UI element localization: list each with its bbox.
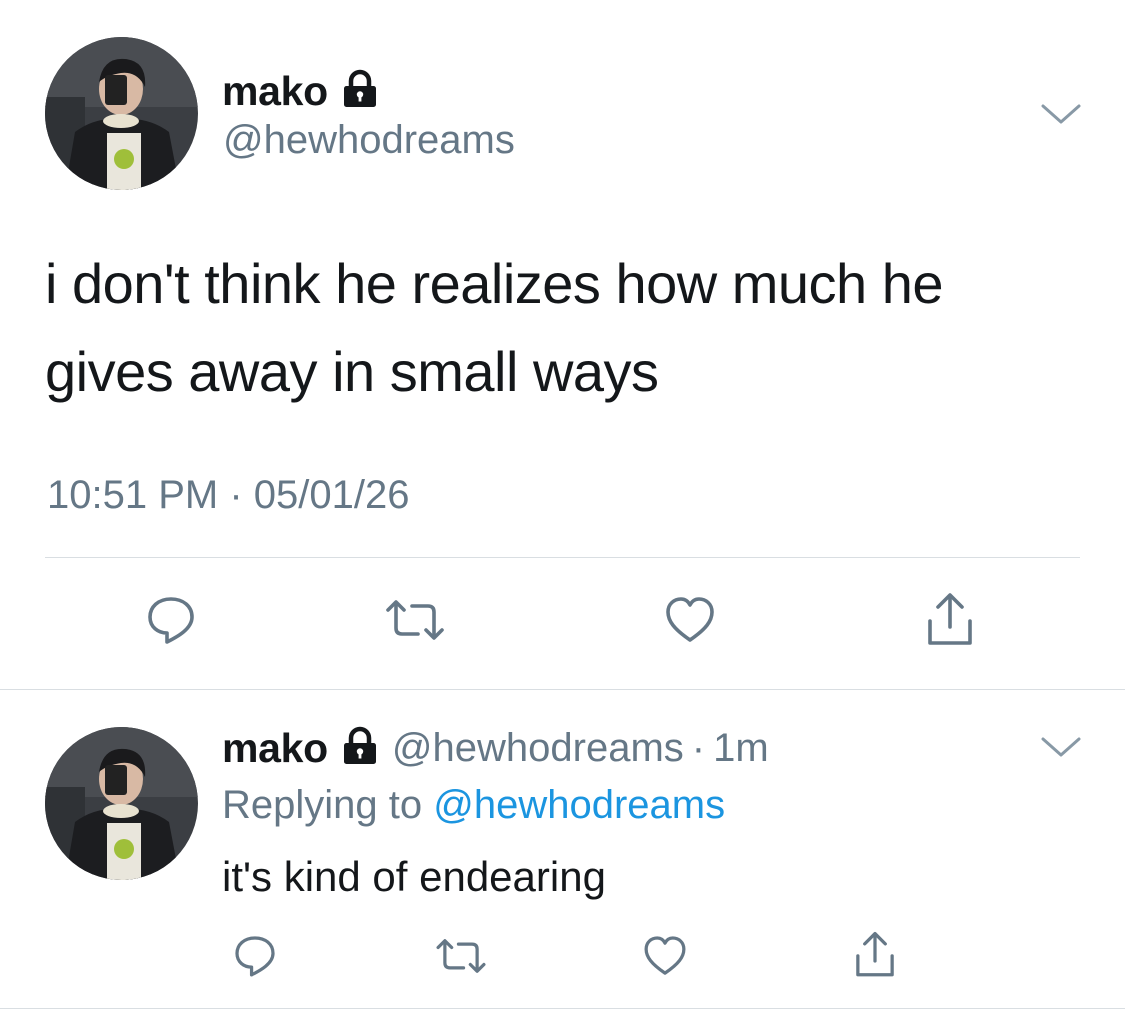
reply-user-handle[interactable]: @hewhodreams: [392, 726, 684, 771]
lock-icon: [340, 69, 380, 114]
tweet-date: 05/01/26: [253, 473, 410, 517]
meta-separator: ·: [691, 725, 706, 770]
heart-icon: [641, 932, 689, 985]
reply-time[interactable]: 1m: [713, 726, 769, 771]
reply-avatar[interactable]: [45, 727, 198, 880]
share-button[interactable]: [849, 930, 901, 984]
meta-separator: ·: [229, 473, 243, 517]
retweet-icon: [382, 592, 448, 653]
tweet-text: i don't think he realizes how much he gi…: [45, 252, 944, 403]
retweet-icon: [433, 932, 489, 985]
reply-icon: [231, 932, 279, 985]
chevron-down-icon[interactable]: [1040, 735, 1082, 766]
divider: [45, 557, 1080, 558]
reply-text: it's kind of endearing: [222, 853, 606, 900]
chevron-down-icon[interactable]: [1040, 102, 1082, 133]
tweet-timestamp[interactable]: 10:51 PM · 05/01/26: [47, 473, 410, 518]
lock-icon: [340, 726, 380, 771]
reply-display-name[interactable]: mako: [222, 725, 328, 772]
share-icon: [851, 930, 899, 985]
display-name[interactable]: mako: [222, 68, 328, 115]
replying-to: Replying to @hewhodreams: [222, 783, 725, 828]
reply-button[interactable]: [229, 932, 281, 984]
retweet-button[interactable]: [380, 592, 450, 652]
replying-prefix: Replying to: [222, 783, 423, 827]
like-button[interactable]: [660, 592, 720, 652]
heart-icon: [662, 592, 718, 653]
divider: [0, 689, 1125, 690]
retweet-button[interactable]: [431, 932, 491, 984]
divider: [0, 1008, 1125, 1009]
share-button[interactable]: [920, 592, 980, 652]
tweet-time: 10:51 PM: [47, 473, 219, 517]
reply-icon: [143, 592, 199, 653]
user-handle[interactable]: @hewhodreams: [223, 118, 515, 163]
replying-to-link[interactable]: @hewhodreams: [433, 783, 725, 827]
reply-button[interactable]: [141, 592, 201, 652]
like-button[interactable]: [639, 932, 691, 984]
share-icon: [922, 591, 978, 654]
avatar[interactable]: [45, 37, 198, 190]
